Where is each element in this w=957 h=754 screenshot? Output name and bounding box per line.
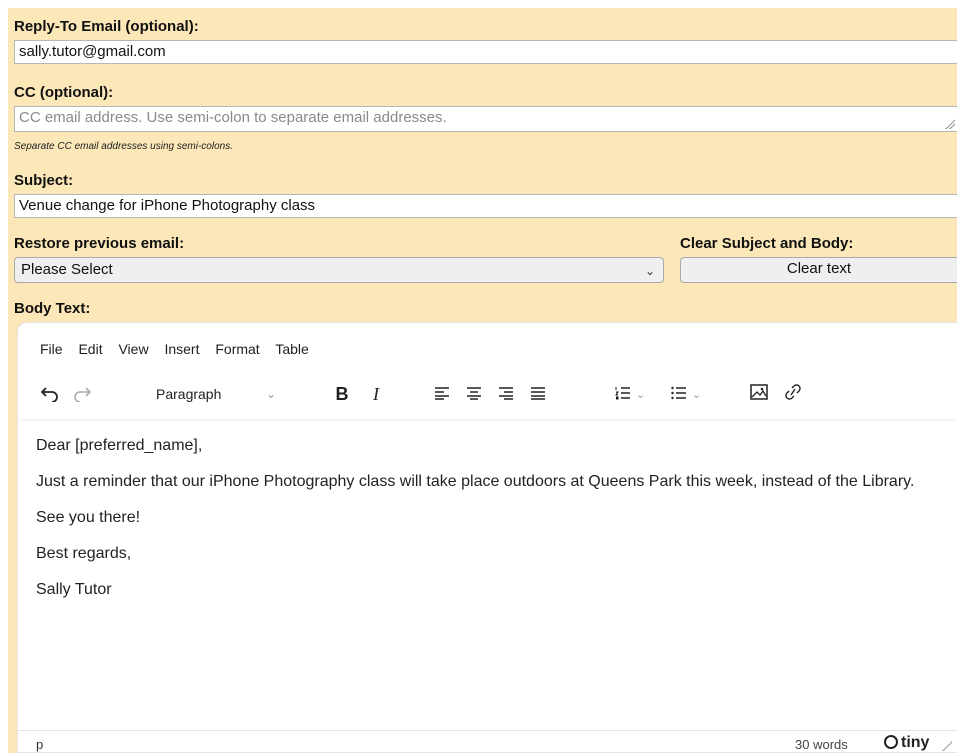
align-justify-icon[interactable]: [526, 379, 550, 409]
editor-statusbar: p 30 words tiny: [18, 730, 957, 754]
link-icon[interactable]: [780, 379, 806, 409]
content-paragraph: Dear [preferred_name],: [36, 437, 203, 454]
subject-input[interactable]: Venue change for iPhone Photography clas…: [14, 194, 957, 218]
cc-hint: Separate CC email addresses using semi-c…: [14, 141, 233, 152]
clear-label: Clear Subject and Body:: [680, 235, 854, 252]
restore-selected-value: Please Select: [21, 261, 113, 278]
align-right-icon[interactable]: [494, 379, 518, 409]
cc-placeholder: CC email address. Use semi-colon to sepa…: [19, 109, 447, 126]
menu-file[interactable]: File: [40, 341, 63, 357]
content-paragraph: Just a reminder that our iPhone Photogra…: [36, 473, 915, 490]
tiny-brand-text: tiny: [901, 734, 930, 751]
content-paragraph: Best regards,: [36, 545, 132, 562]
image-icon[interactable]: [746, 379, 772, 409]
tiny-logo[interactable]: tiny: [884, 734, 929, 752]
reply-to-label: Reply-To Email (optional):: [14, 18, 199, 35]
tiny-logo-icon: [884, 735, 898, 749]
subject-label: Subject:: [14, 172, 74, 189]
chevron-down-icon: ⌄: [265, 387, 276, 401]
content-paragraph: Sally Tutor: [36, 581, 112, 598]
rich-text-editor: File Edit View Insert Format Table Parag…: [17, 322, 957, 753]
menu-edit[interactable]: Edit: [78, 341, 102, 357]
redo-icon[interactable]: [68, 379, 96, 409]
block-format-select[interactable]: Paragraph ⌄: [144, 382, 284, 406]
align-center-icon[interactable]: [462, 379, 486, 409]
restore-label: Restore previous email:: [14, 235, 185, 252]
bullet-list-icon[interactable]: ⌄: [666, 379, 706, 409]
menu-table[interactable]: Table: [275, 341, 308, 357]
toolbar-divider: [18, 419, 957, 423]
menu-format[interactable]: Format: [215, 341, 259, 357]
editor-toolbar: Paragraph ⌄ B I ⌄ ⌄: [34, 379, 934, 409]
resize-handle-icon[interactable]: [945, 119, 955, 129]
align-left-icon[interactable]: [430, 379, 454, 409]
undo-icon[interactable]: [36, 379, 64, 409]
resize-grip-icon[interactable]: [942, 741, 952, 751]
menu-insert[interactable]: Insert: [164, 341, 199, 357]
clear-text-button[interactable]: Clear text: [680, 257, 957, 283]
element-path[interactable]: p: [36, 737, 43, 752]
reply-to-input[interactable]: sally.tutor@gmail.com: [14, 40, 957, 64]
restore-email-select[interactable]: Please Select ⌄: [14, 257, 664, 283]
italic-icon[interactable]: I: [364, 379, 388, 409]
word-count[interactable]: 30 words: [795, 737, 848, 752]
content-paragraph: See you there!: [36, 509, 141, 526]
menu-view[interactable]: View: [118, 341, 148, 357]
cc-textarea[interactable]: CC email address. Use semi-colon to sepa…: [14, 106, 957, 132]
editor-content[interactable]: Dear [preferred_name], Just a reminder t…: [36, 435, 951, 615]
cc-label: CC (optional):: [14, 84, 114, 101]
chevron-down-icon: ⌄: [644, 264, 655, 278]
bold-icon[interactable]: B: [330, 379, 354, 409]
body-label: Body Text:: [14, 300, 91, 317]
block-format-value: Paragraph: [156, 386, 222, 402]
editor-menubar: File Edit View Insert Format Table: [40, 341, 321, 357]
numbered-list-icon[interactable]: ⌄: [610, 379, 650, 409]
